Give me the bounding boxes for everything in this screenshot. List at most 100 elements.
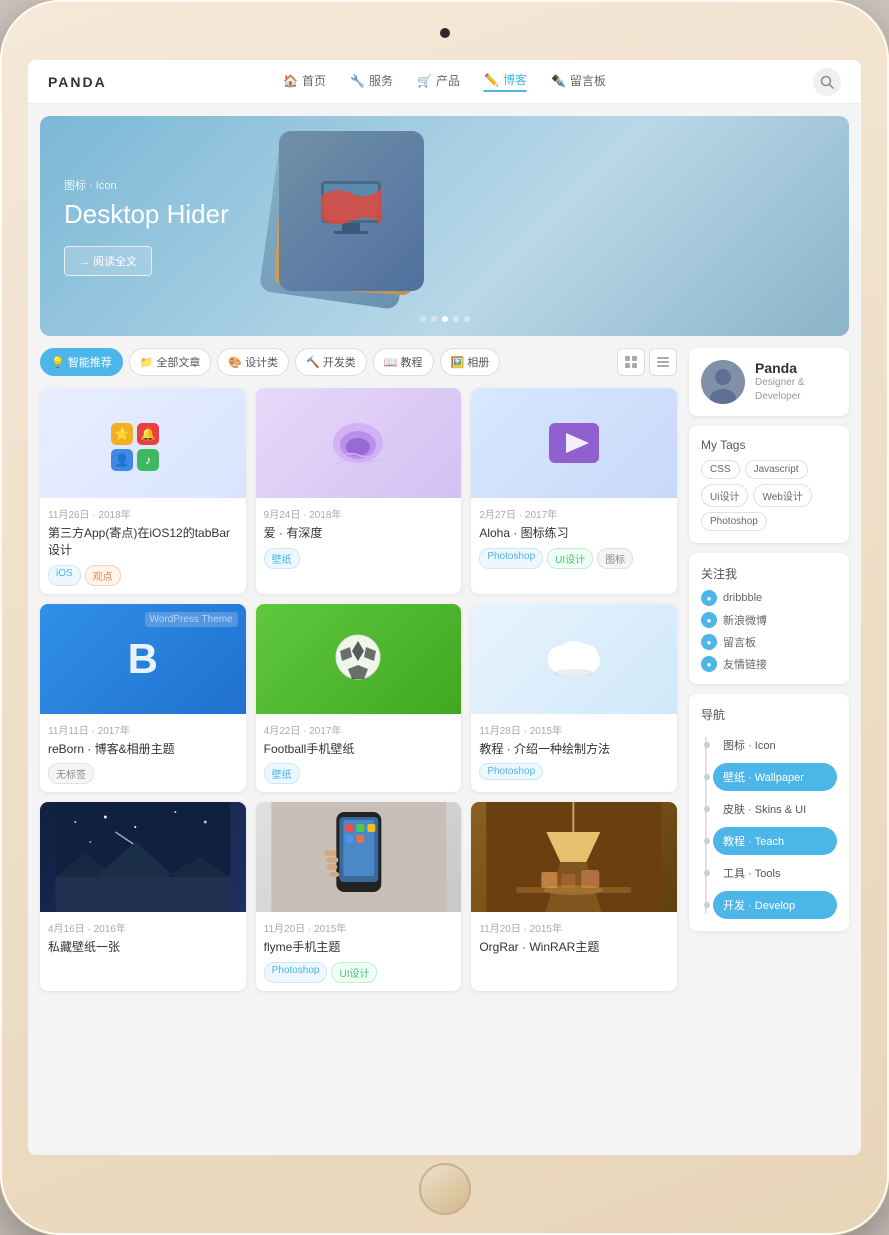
post-tag[interactable]: iOS — [48, 565, 81, 586]
post-tag[interactable]: Photoshop — [479, 548, 543, 569]
nav-item-icon[interactable]: 图标 · Icon — [713, 731, 837, 759]
post-tag[interactable]: 壁纸 — [264, 548, 300, 569]
palette-icon: 🎨 — [228, 356, 242, 369]
tab-all-articles[interactable]: 📁 全部文章 — [129, 348, 212, 376]
left-main: 💡 智能推荐 📁 全部文章 🎨 设计类 🔨 — [40, 348, 677, 991]
nav-links: 🏠 首页 🔧 服务 🛒 产品 ✏️ 博客 ✒️ 留言板 — [283, 71, 606, 92]
post-tag[interactable]: Photoshop — [264, 962, 328, 983]
tab-tutorial[interactable]: 📖 教程 — [373, 348, 434, 376]
follow-link-friends[interactable]: ● 友情链接 — [701, 656, 837, 672]
post-tag[interactable]: UI设计 — [331, 962, 377, 983]
nav-link-home[interactable]: 🏠 首页 — [283, 71, 326, 92]
tab-design[interactable]: 🎨 设计类 — [217, 348, 289, 376]
post-card[interactable]: WordPress Theme B 11月11日 · 2017年 reBorn … — [40, 604, 246, 793]
nav-item-tools[interactable]: 工具 · Tools — [713, 859, 837, 887]
post-card[interactable]: 11月28日 · 2015年 教程 · 介绍一种绘制方法 Photoshop — [471, 604, 677, 793]
hero-text: 图标 · Icon Desktop Hider → 阅读全文 — [64, 177, 229, 276]
list-view-btn[interactable] — [649, 348, 677, 376]
post-tag[interactable]: 壁纸 — [264, 763, 300, 784]
post-date: 4月16日 · 2016年 — [48, 920, 238, 935]
dribbble-icon: ● — [701, 590, 717, 606]
post-date: 11月11日 · 2017年 — [48, 722, 238, 737]
nav-section-title: 导航 — [701, 706, 837, 723]
hero-read-btn[interactable]: → 阅读全文 — [64, 246, 152, 276]
tab-dev[interactable]: 🔨 开发类 — [295, 348, 367, 376]
post-tag[interactable]: 无标签 — [48, 763, 94, 784]
post-tags: Photoshop UI设计 — [264, 962, 454, 983]
tag-ui[interactable]: Ui设计 — [701, 484, 748, 507]
post-title: reBorn · 博客&相册主题 — [48, 741, 238, 758]
avatar — [701, 360, 745, 404]
post-card[interactable]: 2月27日 · 2017年 Aloha · 图标练习 Photoshop UI设… — [471, 388, 677, 594]
post-tag[interactable]: UI设计 — [547, 548, 593, 569]
post-card[interactable]: 11月20日 · 2015年 OrgRar · WinRAR主题 — [471, 802, 677, 991]
grid-view-btn[interactable] — [617, 348, 645, 376]
post-date: 4月22日 · 2017年 — [264, 722, 454, 737]
post-thumbnail — [256, 604, 462, 714]
tag-css[interactable]: CSS — [701, 460, 740, 479]
post-meta: 11月20日 · 2015年 OrgRar · WinRAR主题 — [471, 912, 677, 970]
post-date: 11月26日 · 2018年 — [48, 506, 238, 521]
post-thumbnail — [471, 604, 677, 714]
post-date: 11月28日 · 2015年 — [479, 722, 669, 737]
follow-link-guestboard[interactable]: ● 留言板 — [701, 634, 837, 650]
tag-javascript[interactable]: Javascript — [745, 460, 808, 479]
dot-1 — [420, 316, 426, 322]
nav-item-skin[interactable]: 皮肤 · Skins & UI — [713, 795, 837, 823]
post-tags: 无标签 — [48, 763, 238, 784]
post-card[interactable]: ⭐ 🔔 👤 ♪ 11月26日 · 2018年 第三方App(寄点)在iOS12的… — [40, 388, 246, 594]
hero-card-main — [279, 131, 424, 291]
tag-web[interactable]: Web设计 — [753, 484, 811, 507]
nav-dot — [704, 806, 710, 812]
tab-smart-recommend[interactable]: 💡 智能推荐 — [40, 348, 123, 376]
tags-wrap: CSS Javascript Ui设计 Web设计 Photoshop — [701, 460, 837, 531]
view-toggles — [617, 348, 677, 376]
friends-icon: ● — [701, 656, 717, 672]
post-tag[interactable]: 图标 — [597, 548, 633, 569]
tab-album[interactable]: 🖼️ 相册 — [440, 348, 501, 376]
post-tag[interactable]: Photoshop — [479, 763, 543, 780]
ipad-home-button[interactable] — [419, 1163, 471, 1215]
post-date: 2月27日 · 2017年 — [479, 506, 669, 521]
nav-dot — [704, 902, 710, 908]
search-button[interactable] — [813, 68, 841, 96]
post-title: Aloha · 图标练习 — [479, 525, 669, 542]
follow-links: ● dribbble ● 新浪微博 ● 留言板 — [701, 590, 837, 672]
tag-photoshop[interactable]: Photoshop — [701, 512, 767, 531]
guestboard-icon: ● — [701, 634, 717, 650]
follow-section: 关注我 ● dribbble ● 新浪微博 ● — [689, 553, 849, 684]
home-icon: 🏠 — [283, 74, 298, 88]
content-area: 💡 智能推荐 📁 全部文章 🎨 设计类 🔨 — [28, 336, 861, 1003]
post-meta: 11月20日 · 2015年 flyme手机主题 Photoshop UI设计 — [256, 912, 462, 991]
post-tag[interactable]: 观点 — [85, 565, 121, 586]
hero-title: Desktop Hider — [64, 199, 229, 230]
post-card[interactable]: 4月22日 · 2017年 Football手机壁纸 壁纸 — [256, 604, 462, 793]
blog-icon: ✏️ — [484, 73, 499, 87]
nav-line — [705, 737, 707, 913]
post-card[interactable]: 4月16日 · 2016年 私藏壁纸一张 — [40, 802, 246, 991]
nav-item-tutorial[interactable]: 教程 · Teach — [713, 827, 837, 855]
wrench-icon: 🔨 — [306, 356, 320, 369]
main-content: 图标 · Icon Desktop Hider → 阅读全文 — [28, 104, 861, 1155]
nav-link-guestbook[interactable]: ✒️ 留言板 — [551, 71, 606, 92]
follow-link-dribbble[interactable]: ● dribbble — [701, 590, 837, 606]
follow-link-weibo[interactable]: ● 新浪微博 — [701, 612, 837, 628]
post-card[interactable]: 11月20日 · 2015年 flyme手机主题 Photoshop UI设计 — [256, 802, 462, 991]
post-date: 9月24日 · 2018年 — [264, 506, 454, 521]
author-description: Designer & Developer — [755, 376, 837, 404]
post-thumbnail — [40, 802, 246, 912]
svg-text:⭐: ⭐ — [114, 427, 129, 441]
ipad-frame: PANDA 🏠 首页 🔧 服务 🛒 产品 ✏️ 博客 — [0, 0, 889, 1235]
nav-item-develop[interactable]: 开发 · Develop — [713, 891, 837, 919]
post-meta: 11月28日 · 2015年 教程 · 介绍一种绘制方法 Photoshop — [471, 714, 677, 789]
post-title: 私藏壁纸一张 — [48, 939, 238, 956]
post-thumbnail — [471, 802, 677, 912]
nav-items: 图标 · Icon 壁纸 · Wallpaper 皮肤 · Skins & UI — [701, 731, 837, 919]
post-meta: 4月16日 · 2016年 私藏壁纸一张 — [40, 912, 246, 970]
hero-dots — [420, 316, 470, 322]
nav-link-product[interactable]: 🛒 产品 — [417, 71, 460, 92]
post-card[interactable]: 9月24日 · 2018年 爱 · 有深度 壁纸 — [256, 388, 462, 594]
nav-link-blog[interactable]: ✏️ 博客 — [484, 71, 527, 92]
nav-link-service[interactable]: 🔧 服务 — [350, 71, 393, 92]
nav-item-wallpaper[interactable]: 壁纸 · Wallpaper — [713, 763, 837, 791]
